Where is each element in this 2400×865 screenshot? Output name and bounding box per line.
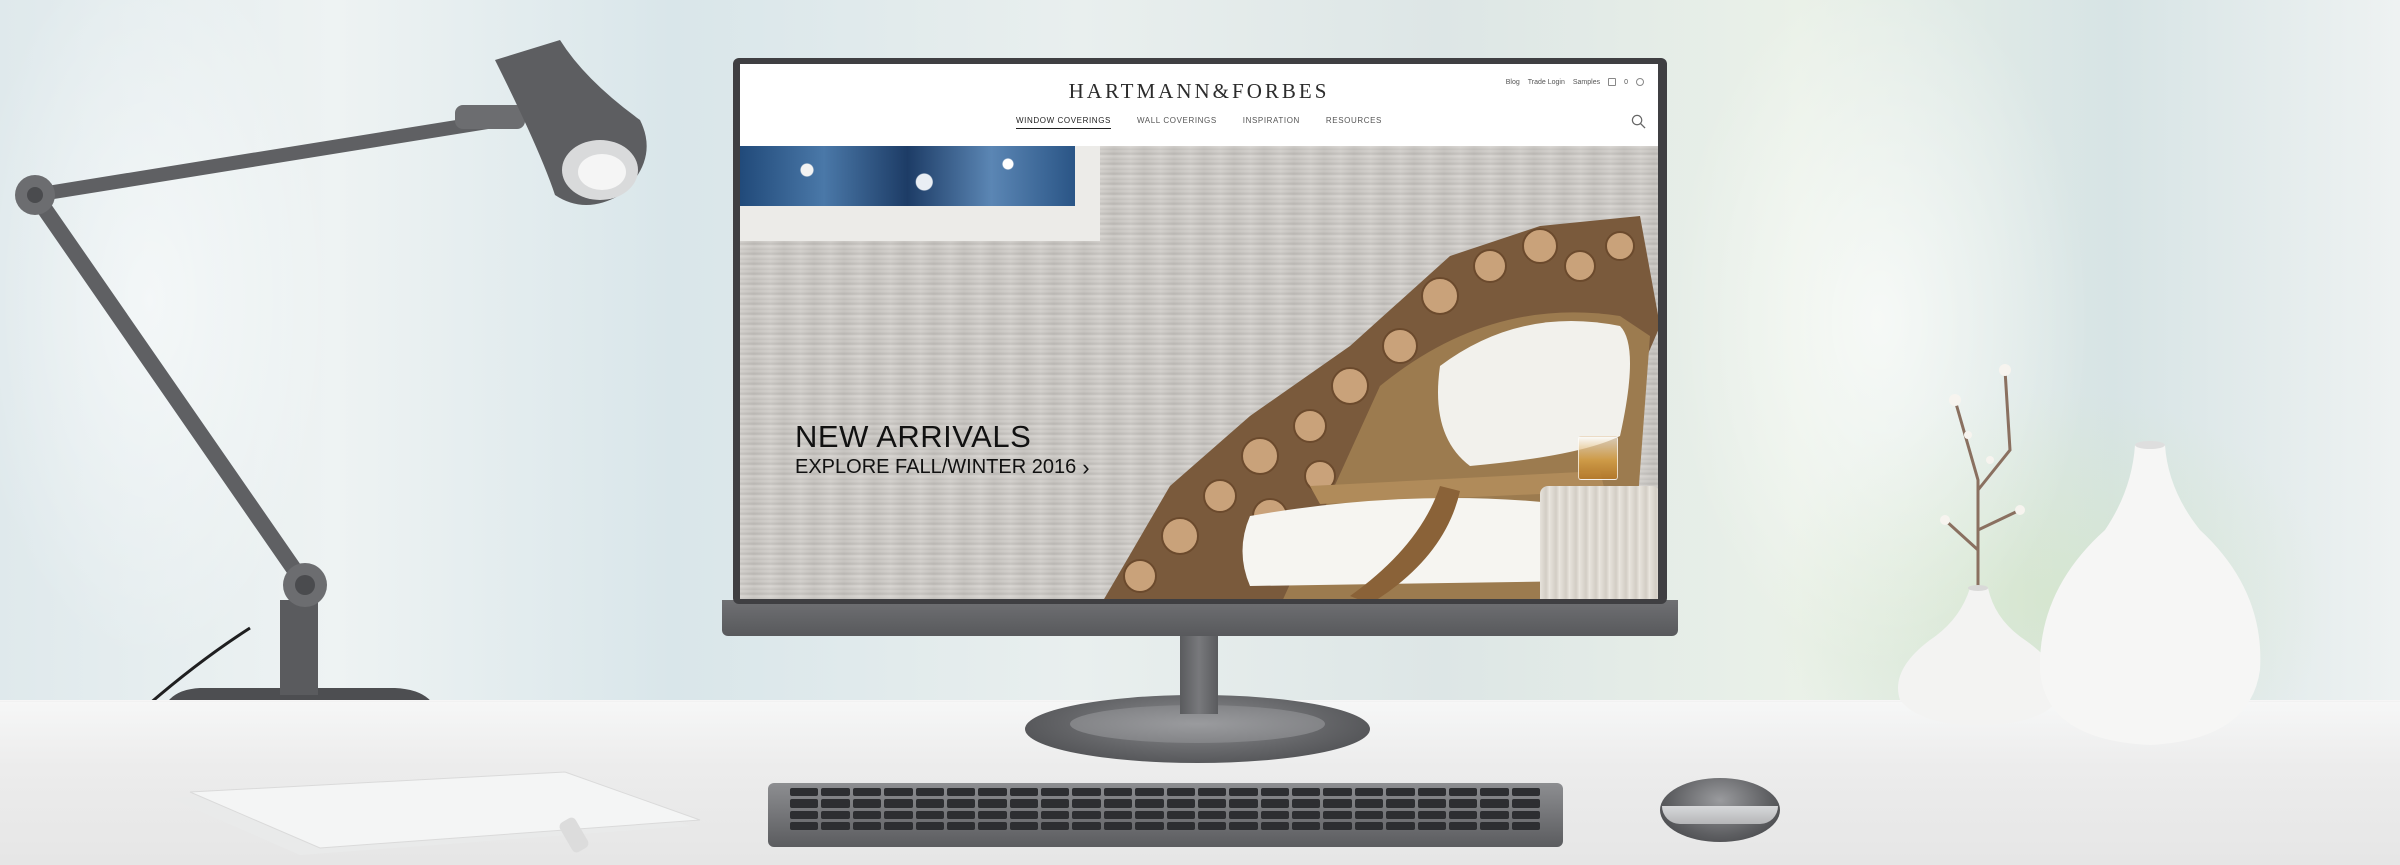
- main-nav: WINDOW COVERINGS WALL COVERINGS INSPIRAT…: [740, 116, 1658, 129]
- utility-link-samples[interactable]: Samples: [1573, 79, 1600, 86]
- nav-item-window-coverings[interactable]: WINDOW COVERINGS: [1016, 116, 1111, 129]
- utility-link-trade-login[interactable]: Trade Login: [1528, 79, 1565, 86]
- cart-count: 0: [1624, 78, 1628, 86]
- mouse-band: [1662, 806, 1778, 824]
- site-header: HARTMANN&FORBES Blog Trade Login Samples…: [740, 64, 1658, 146]
- keyboard-keys: [790, 788, 1540, 830]
- nav-item-wall-coverings[interactable]: WALL COVERINGS: [1137, 116, 1217, 129]
- account-icon[interactable]: [1636, 78, 1644, 86]
- utility-nav: Blog Trade Login Samples 0: [1506, 78, 1644, 86]
- chevron-right-icon[interactable]: ›: [1082, 456, 1089, 479]
- nav-item-resources[interactable]: RESOURCES: [1326, 116, 1382, 129]
- utility-link-blog[interactable]: Blog: [1506, 79, 1520, 86]
- search-icon[interactable]: [1631, 114, 1646, 129]
- paper-sheets: [170, 771, 701, 855]
- side-table: [1540, 486, 1658, 599]
- hero-link[interactable]: EXPLORE FALL/WINTER 2016 ›: [795, 456, 1090, 479]
- hero-text: NEW ARRIVALS EXPLORE FALL/WINTER 2016 ›: [795, 421, 1090, 479]
- whiskey-glass: [1578, 436, 1618, 480]
- hero-banner[interactable]: NEW ARRIVALS EXPLORE FALL/WINTER 2016 ›: [740, 146, 1658, 599]
- monitor-screen: HARTMANN&FORBES Blog Trade Login Samples…: [740, 64, 1658, 599]
- decor-vases: [1898, 364, 2261, 745]
- hero-link-label[interactable]: EXPLORE FALL/WINTER 2016: [795, 456, 1076, 479]
- nav-item-inspiration[interactable]: INSPIRATION: [1243, 116, 1300, 129]
- cart-icon[interactable]: [1608, 78, 1617, 86]
- monitor-stand-neck: [1180, 634, 1218, 714]
- hero-title: NEW ARRIVALS: [795, 419, 1032, 454]
- desk-lamp: [15, 40, 647, 745]
- monitor-chin: [722, 600, 1678, 636]
